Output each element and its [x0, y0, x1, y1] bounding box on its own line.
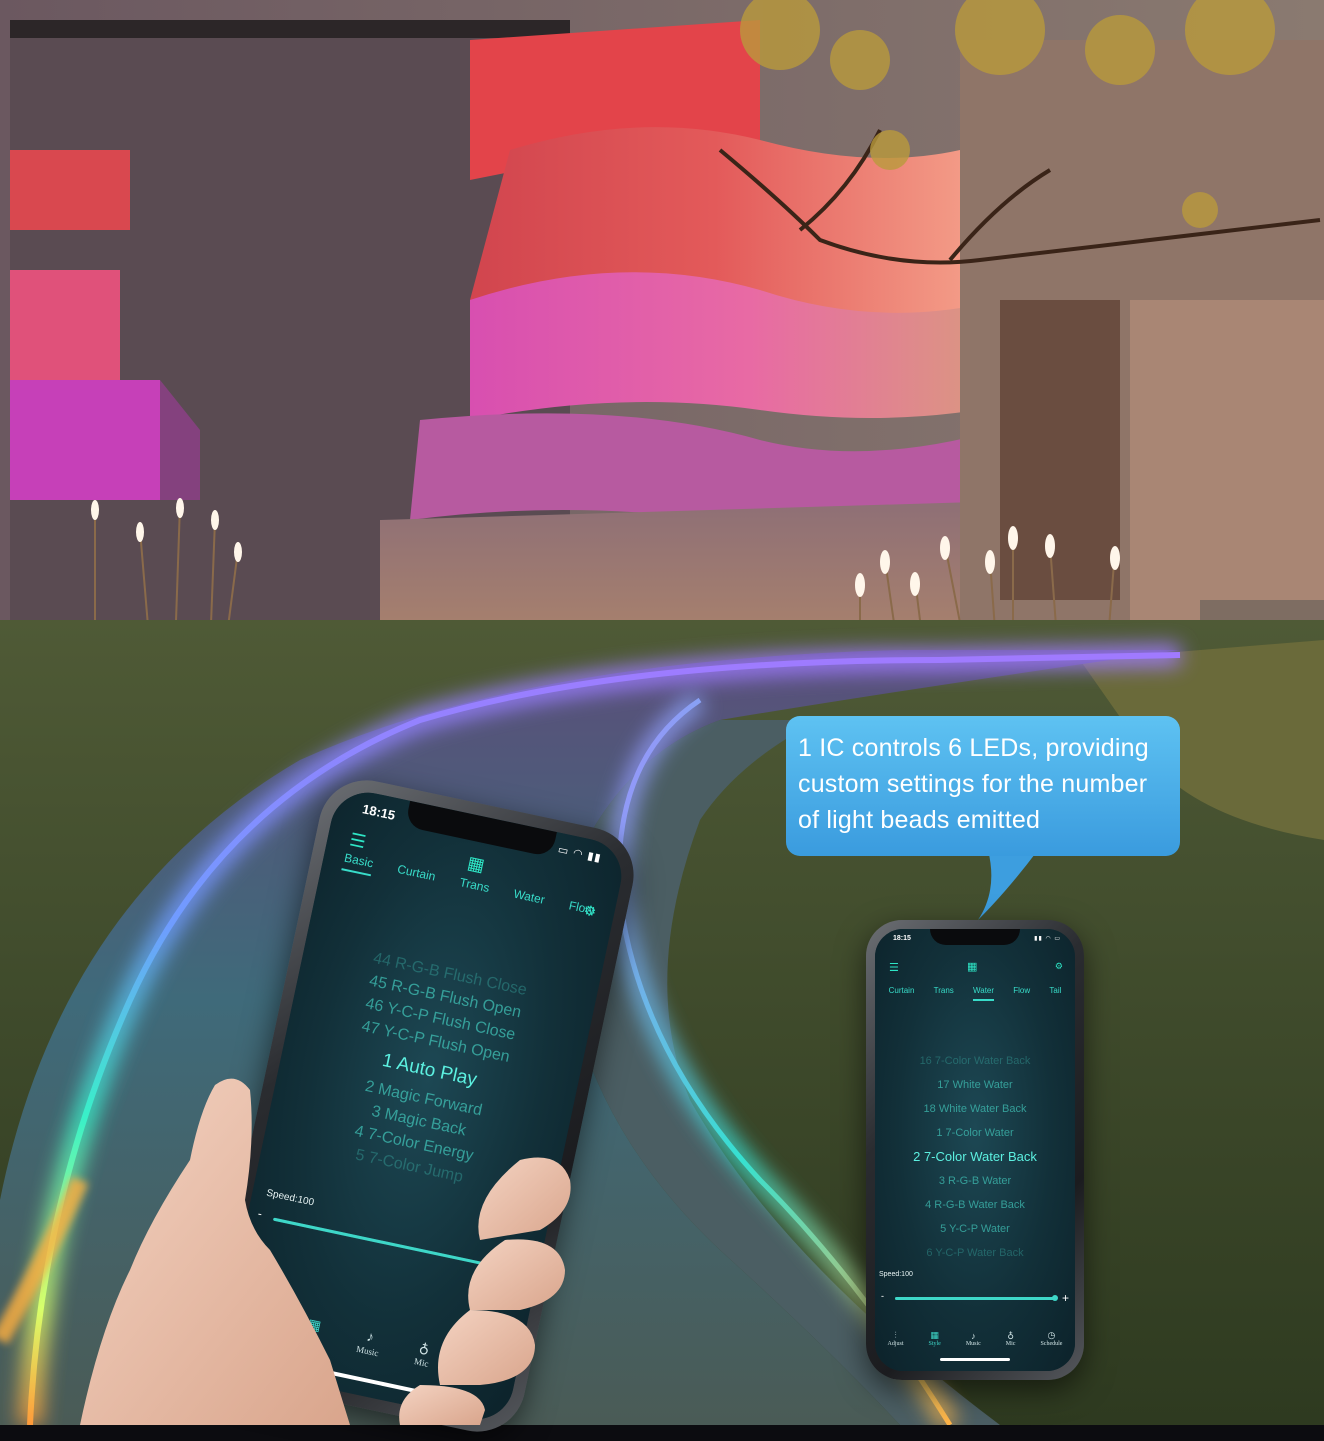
- speed-decrease-button[interactable]: -: [881, 1291, 884, 1301]
- list-item[interactable]: 6 Y-C-P Water Back: [875, 1241, 1075, 1265]
- list-item[interactable]: 18 White Water Back: [875, 1097, 1075, 1121]
- grid-icon[interactable]: ▦: [967, 960, 977, 973]
- nav-label: Style: [928, 1341, 941, 1347]
- home-indicator: [940, 1358, 1010, 1361]
- menu-icon[interactable]: ☰: [348, 829, 368, 853]
- speed-decrease-button[interactable]: -: [257, 1206, 264, 1221]
- phone-small: 18:15 ▮▮ ◠ ▭ ☰ ▦ ⚙ Curtain Trans Water F…: [866, 920, 1084, 1380]
- status-time: 18:15: [360, 801, 397, 823]
- tab-flow[interactable]: Flow: [566, 898, 596, 923]
- nav-music[interactable]: ♪ Music: [355, 1328, 382, 1358]
- callout-line-3: of light beads emitted: [798, 806, 1041, 834]
- nav-adjust[interactable]: ⫶ Adjust: [242, 1304, 271, 1334]
- list-item[interactable]: 5 Y-C-P Water: [875, 1217, 1075, 1241]
- nav-style[interactable]: ▦ Style: [928, 1330, 940, 1347]
- speed-label: Speed:100: [265, 1187, 315, 1209]
- home-indicator: [309, 1366, 418, 1394]
- background-photo: [0, 0, 1324, 1425]
- speed-label: Speed:100: [879, 1271, 913, 1278]
- list-item[interactable]: 4 R-G-B Water Back: [875, 1193, 1075, 1217]
- nav-label: Adjust: [887, 1341, 904, 1347]
- tab-curtain[interactable]: Curtain: [889, 986, 915, 1001]
- tab-tail[interactable]: Tail: [1049, 986, 1061, 1001]
- microphone-icon: ♁: [1007, 1330, 1014, 1340]
- nav-mic[interactable]: ♁ Mic: [413, 1339, 433, 1369]
- nav-schedule[interactable]: ◷ Schedule: [463, 1350, 501, 1383]
- clock-icon: ◷: [1047, 1330, 1056, 1340]
- tab-trans[interactable]: Trans: [934, 986, 954, 1001]
- tab-trans[interactable]: Trans: [457, 875, 490, 901]
- nav-label: Mic: [1005, 1341, 1016, 1347]
- list-item[interactable]: 17 White Water: [875, 1073, 1075, 1097]
- bottom-nav: ⫶ Adjust ▦ Style ♪ Music ♁ Mic ◷ Schedule: [224, 1299, 519, 1387]
- nav-style[interactable]: ▦ Style: [301, 1316, 325, 1346]
- effect-list: 44 R-G-B Flush Close 45 R-G-B Flush Open…: [262, 932, 597, 1208]
- tab-basic[interactable]: Basic: [341, 850, 375, 877]
- menu-icon[interactable]: ☰: [889, 961, 899, 974]
- tab-curtain[interactable]: Curtain: [395, 862, 437, 890]
- nav-schedule[interactable]: ◷ Schedule: [1040, 1330, 1062, 1347]
- phone-notch: [930, 929, 1020, 945]
- speed-slider[interactable]: [272, 1212, 513, 1275]
- speed-increase-button[interactable]: +: [518, 1264, 531, 1284]
- nav-label: Music: [965, 1341, 981, 1347]
- grid-icon[interactable]: ▦: [465, 852, 487, 876]
- nav-music[interactable]: ♪ Music: [966, 1331, 981, 1347]
- list-item[interactable]: 3 R-G-B Water: [875, 1169, 1075, 1193]
- callout-line-2: custom settings for the number: [798, 770, 1148, 798]
- nav-label: Mic: [413, 1356, 430, 1369]
- sliders-icon: ⫶: [894, 1330, 897, 1340]
- slider-fill: [273, 1217, 507, 1270]
- effect-list: 16 7-Color Water Back 17 White Water 18 …: [875, 1049, 1075, 1265]
- nav-mic[interactable]: ♁ Mic: [1006, 1330, 1016, 1347]
- gear-icon[interactable]: ⚙: [1055, 961, 1063, 972]
- speed-slider[interactable]: [895, 1293, 1058, 1303]
- tab-water[interactable]: Water: [973, 986, 995, 1001]
- slider-knob[interactable]: [500, 1262, 513, 1274]
- tab-water[interactable]: Water: [511, 887, 546, 913]
- slider-knob[interactable]: [1052, 1295, 1058, 1301]
- callout-tail: [978, 850, 1038, 920]
- list-item-selected[interactable]: 2 7-Color Water Back: [875, 1145, 1075, 1169]
- speed-increase-button[interactable]: +: [1062, 1291, 1069, 1305]
- signal-wifi-battery-icon: ▮▮ ◠ ▭: [1034, 936, 1061, 942]
- list-item[interactable]: 16 7-Color Water Back: [875, 1049, 1075, 1073]
- signal-wifi-battery-icon: ▭ ◠ ▮▮: [556, 843, 603, 865]
- tab-flow[interactable]: Flow: [1013, 986, 1030, 1001]
- callout-line-1: 1 IC controls 6 LEDs, providing: [798, 734, 1149, 762]
- status-time: 18:15: [893, 935, 911, 942]
- list-item[interactable]: 1 7-Color Water: [875, 1121, 1075, 1145]
- grid-icon: ▦: [930, 1330, 939, 1340]
- style-tabs: Curtain Trans Water Flow Tail: [875, 986, 1075, 1001]
- nav-label: Schedule: [1040, 1341, 1063, 1347]
- bottom-nav: ⫶ Adjust ▦ Style ♪ Music ♁ Mic ◷ Schedule: [875, 1330, 1075, 1347]
- phone-small-screen: 18:15 ▮▮ ◠ ▭ ☰ ▦ ⚙ Curtain Trans Water F…: [875, 929, 1075, 1371]
- music-icon: ♪: [971, 1331, 976, 1341]
- callout-bubble: 1 IC controls 6 LEDs, providing custom s…: [786, 716, 1180, 856]
- nav-adjust[interactable]: ⫶ Adjust: [887, 1330, 903, 1347]
- slider-fill: [895, 1296, 1055, 1300]
